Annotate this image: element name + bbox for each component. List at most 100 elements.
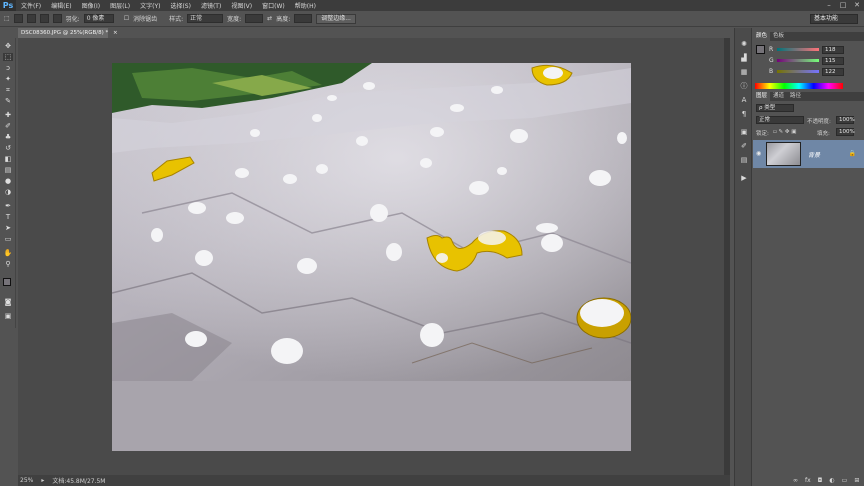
menu-layer[interactable]: 图层(L) [105, 1, 135, 10]
fg-color-chip[interactable] [756, 45, 765, 54]
opacity-label: 不透明度: [807, 119, 831, 125]
play-action-icon[interactable]: ▶ [739, 174, 749, 183]
swap-icon[interactable]: ⇄ [267, 15, 272, 22]
opacity-input[interactable]: 100% [836, 116, 855, 124]
maximize-button[interactable]: □ [836, 0, 850, 11]
refine-edge-button[interactable]: 调整边缘... [316, 13, 356, 24]
clone-stamp-icon[interactable]: ♣ [3, 133, 13, 141]
close-document-icon[interactable]: × [113, 30, 118, 36]
red-label: R [769, 46, 774, 53]
subtract-selection-icon[interactable] [39, 14, 49, 23]
close-window-button[interactable]: ✕ [850, 0, 864, 11]
crop-tool-icon[interactable]: ⌗ [3, 86, 13, 94]
foreground-color-swatch[interactable] [3, 278, 11, 286]
menu-filter[interactable]: 滤镜(T) [196, 1, 226, 10]
menu-view[interactable]: 视图(V) [226, 1, 257, 10]
feather-input[interactable]: 0 像素 [83, 14, 114, 23]
layer-row-background[interactable]: ◉ 背景 🔒 [753, 140, 864, 168]
layer-name: 背景 [808, 152, 821, 159]
fill-input[interactable]: 100% [836, 128, 855, 136]
marquee-tool-icon[interactable]: ⬚ [4, 15, 10, 22]
layer-style-icon[interactable]: fx [805, 477, 811, 484]
history-brush-icon[interactable]: ↺ [3, 144, 13, 152]
red-value[interactable]: 118 [822, 45, 844, 54]
swatch-icon[interactable]: ▦ [739, 68, 749, 77]
link-layers-icon[interactable]: ∞ [793, 477, 798, 484]
vertical-scrollbar[interactable] [724, 38, 730, 475]
blue-slider-row: B 122 [769, 67, 844, 76]
paragraph-icon[interactable]: ¶ [739, 110, 749, 119]
eyedropper-icon[interactable]: ✎ [3, 97, 13, 105]
adjustments-icon[interactable]: ✺ [739, 40, 749, 49]
tab-paths[interactable]: 路径 [787, 92, 804, 101]
red-slider-row: R 118 [769, 45, 844, 54]
marquee-tool-icon[interactable]: ⬚ [3, 53, 13, 61]
menu-select[interactable]: 选择(S) [165, 1, 196, 10]
notes-icon[interactable]: ▤ [739, 156, 749, 165]
histogram-icon[interactable]: ▟ [739, 54, 749, 63]
layer-kind-filter[interactable]: ρ 类型 [756, 104, 794, 112]
path-select-icon[interactable]: ➤ [3, 224, 13, 232]
antialias-checkbox[interactable]: ☐ [124, 15, 129, 22]
screen-mode-icon[interactable]: ▣ [3, 312, 13, 320]
type-tool-icon[interactable]: T [3, 213, 13, 221]
shape-tool-icon[interactable]: ▭ [3, 235, 13, 243]
pen-tool-icon[interactable]: ✒ [3, 202, 13, 210]
quick-mask-icon[interactable]: ◙ [3, 298, 13, 306]
healing-brush-icon[interactable]: ✚ [3, 111, 13, 119]
brush-tool-icon[interactable]: ✐ [3, 122, 13, 130]
visibility-eye-icon[interactable]: ◉ [756, 150, 761, 157]
blue-value[interactable]: 122 [822, 67, 844, 76]
color-spectrum[interactable] [755, 83, 843, 89]
photo-layer-content[interactable] [112, 63, 631, 381]
intersect-selection-icon[interactable] [52, 14, 62, 23]
antialias-label: 消除锯齿 [133, 16, 158, 23]
menu-file[interactable]: 文件(F) [16, 1, 46, 10]
dodge-tool-icon[interactable]: ◑ [3, 188, 13, 196]
tab-layers[interactable]: 图层 [753, 92, 771, 101]
menu-edit[interactable]: 编辑(E) [46, 1, 76, 10]
workspace-select[interactable]: 基本功能 [810, 14, 858, 24]
add-selection-icon[interactable] [26, 14, 36, 23]
tab-color[interactable]: 颜色 [753, 32, 771, 41]
height-label: 高度: [276, 16, 291, 23]
status-menu-icon[interactable]: ▸ [41, 477, 44, 484]
brush-preset-icon[interactable]: ✐ [739, 142, 749, 151]
menu-type[interactable]: 文字(Y) [135, 1, 165, 10]
minimize-button[interactable]: – [822, 0, 836, 11]
tab-channels[interactable]: 通道 [770, 92, 787, 101]
history-icon[interactable]: ▣ [739, 128, 749, 137]
adjustment-layer-icon[interactable]: ◐ [829, 477, 834, 484]
green-slider[interactable] [777, 59, 819, 62]
character-icon[interactable]: A [739, 96, 749, 105]
lasso-tool-icon[interactable]: ↄ [3, 64, 13, 72]
hand-tool-icon[interactable]: ✋ [3, 249, 13, 257]
magic-wand-icon[interactable]: ✦ [3, 75, 13, 83]
document-tab[interactable]: DSC08360.JPG @ 25%(RGB/8) * × [18, 28, 118, 38]
red-slider[interactable] [777, 48, 819, 51]
move-tool-icon[interactable]: ✥ [3, 42, 13, 50]
info-icon[interactable]: ⓘ [739, 82, 749, 91]
window-controls: – □ ✕ [822, 0, 864, 11]
lock-icons[interactable]: ▫ ✎ ✥ ▣ [773, 129, 796, 135]
menu-image[interactable]: 图像(I) [77, 1, 105, 10]
blue-slider[interactable] [777, 70, 819, 73]
menu-window[interactable]: 窗口(W) [257, 1, 290, 10]
tab-swatches[interactable]: 色板 [770, 32, 787, 41]
width-input[interactable] [245, 14, 264, 23]
green-value[interactable]: 115 [822, 56, 844, 65]
layer-mask-icon[interactable]: ◘ [818, 477, 823, 484]
zoom-tool-icon[interactable]: ⚲ [3, 260, 13, 268]
zoom-level[interactable]: 25% [20, 477, 33, 484]
blur-tool-icon[interactable]: ● [3, 177, 13, 185]
style-select[interactable]: 正常 [187, 14, 224, 23]
eraser-tool-icon[interactable]: ◧ [3, 155, 13, 163]
new-selection-icon[interactable] [13, 14, 23, 23]
menu-help[interactable]: 帮助(H) [290, 1, 321, 10]
group-layers-icon[interactable]: ▭ [842, 477, 848, 484]
height-input[interactable] [294, 14, 313, 23]
gradient-tool-icon[interactable]: ▤ [3, 166, 13, 174]
panel-dock: ✺ ▟ ▦ ⓘ A ¶ ▣ ✐ ▤ ▶ [734, 28, 752, 486]
blend-mode-select[interactable]: 正常 [756, 116, 804, 124]
new-layer-icon[interactable]: ⊞ [854, 477, 859, 484]
